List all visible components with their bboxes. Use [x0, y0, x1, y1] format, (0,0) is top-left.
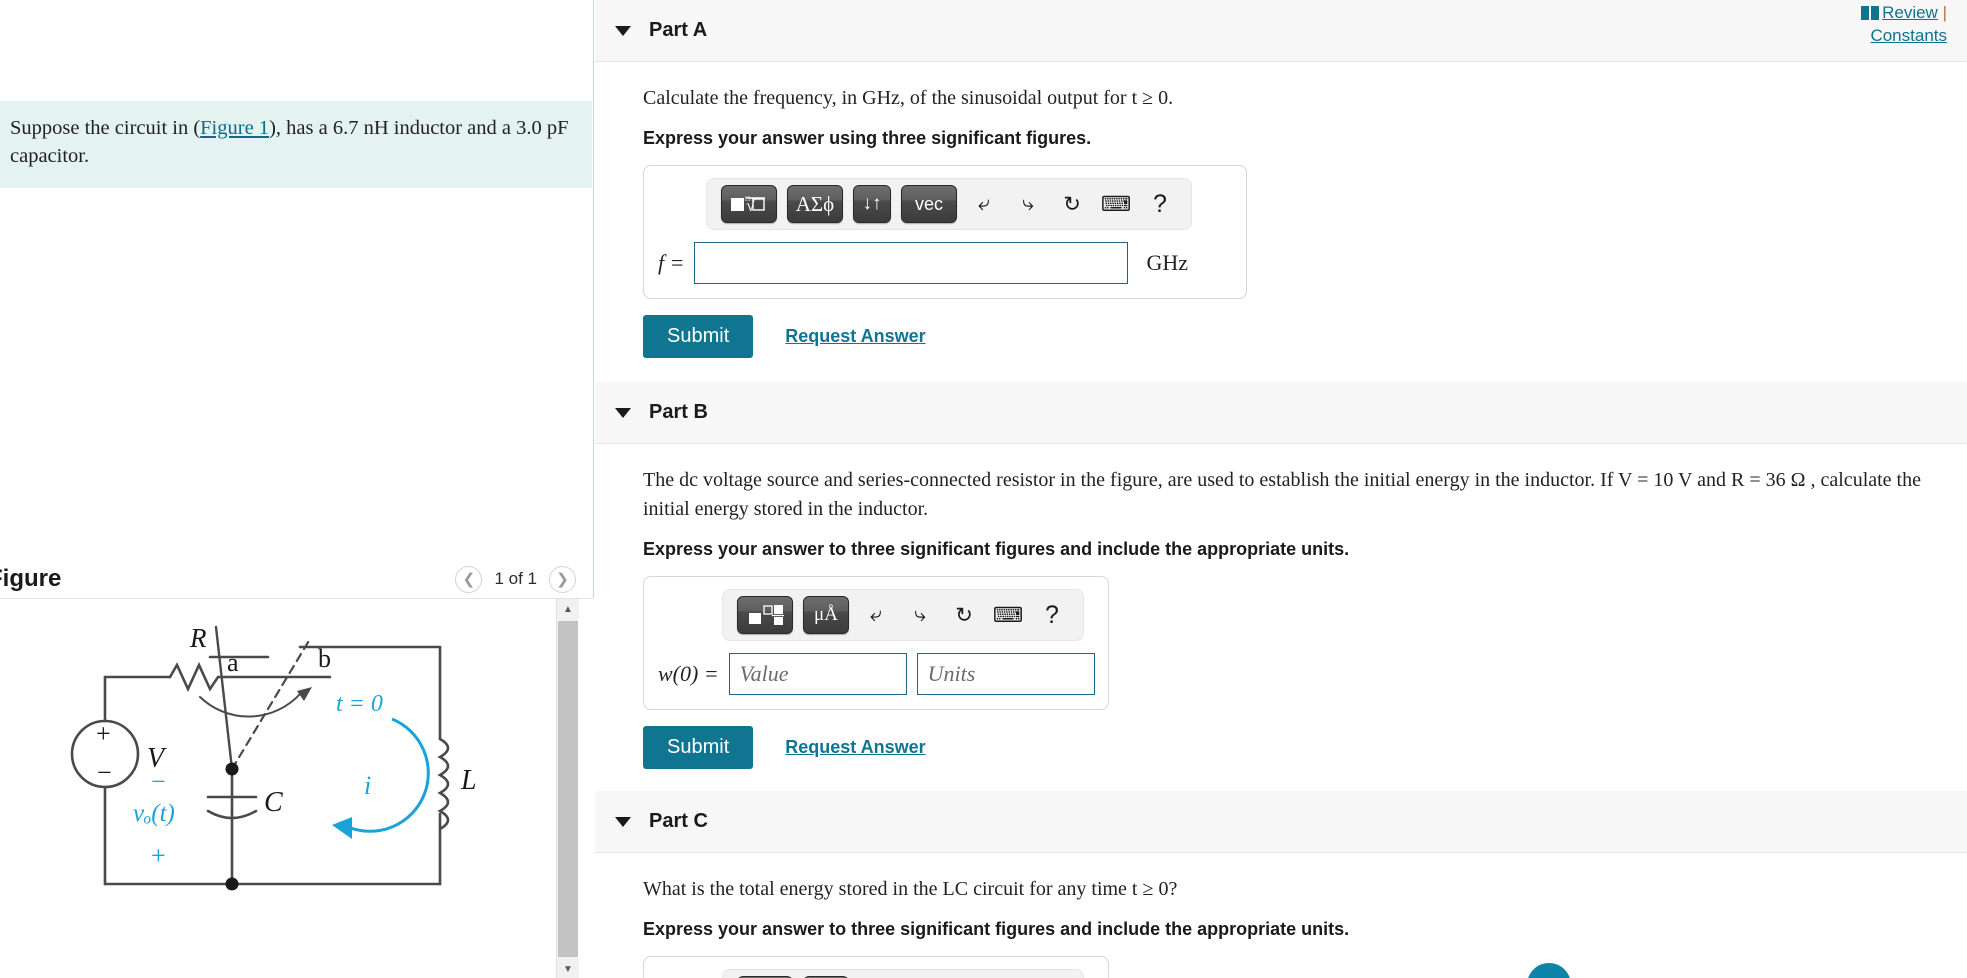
undo-arrow-icon[interactable]: ⤶	[967, 187, 1001, 221]
part-b-submit-button[interactable]: Submit	[643, 726, 754, 769]
part-b-value-input[interactable]	[728, 653, 907, 695]
part-a-submit-button[interactable]: Submit	[643, 315, 754, 358]
scroll-up-button[interactable]: ▲	[557, 599, 579, 619]
caret-down-icon[interactable]	[615, 407, 631, 418]
switch-a-label: a	[227, 648, 239, 677]
arrows-button[interactable]: ↓↑	[853, 185, 891, 223]
source-plus-label: +	[96, 719, 111, 748]
part-a-lhs-label: f =	[658, 250, 685, 275]
part-a-unit-label: GHz	[1146, 250, 1189, 275]
part-b-answer-box: μÅ ⤶ ⤷ ↻ ⌨ ? w(0) =	[643, 576, 1109, 710]
figure-navigation: ❮ 1 of 1 ❯	[455, 565, 576, 593]
figure-body: R a b t = 0 V + − C − + vₒ(t) L i ▲ ▼	[0, 598, 594, 978]
part-b-header[interactable]: Part B	[595, 382, 1967, 444]
reset-circular-arrow-icon[interactable]: ↻	[1055, 187, 1089, 221]
part-b-input-row: w(0) =	[658, 653, 1095, 695]
part-b-instruction: Express your answer to three significant…	[643, 539, 1350, 559]
part-c-label: Part C	[649, 810, 708, 832]
question-mark-icon[interactable]: ?	[1143, 187, 1177, 221]
source-minus-label: −	[97, 758, 112, 787]
part-b-question: The dc voltage source and series-connect…	[643, 469, 1921, 520]
constants-link[interactable]: Constants	[1870, 26, 1947, 45]
figure-prev-button[interactable]: ❮	[455, 565, 483, 593]
review-separator: |	[1942, 3, 1947, 22]
greek-symbols-button[interactable]: ΑΣϕ	[787, 185, 843, 223]
part-a-submit-row: Submit Request Answer	[643, 315, 1967, 358]
figure-title: Figure	[0, 565, 62, 592]
keyboard-icon[interactable]: ⌨	[1099, 187, 1133, 221]
vec-glyph: vec	[914, 193, 943, 214]
part-b-body: The dc voltage source and series-connect…	[595, 444, 1967, 769]
question-mark-icon[interactable]: ?	[1035, 598, 1069, 632]
svg-text:□: □	[745, 194, 750, 203]
part-a-answer-box: √ □ ΑΣϕ ↓↑ vec ⤶ ⤷ ↻ ⌨ ? f = GHz	[643, 165, 1247, 299]
part-b-submit-row: Submit Request Answer	[643, 726, 1967, 769]
caret-down-icon[interactable]	[615, 25, 631, 36]
part-a-toolbar: √ □ ΑΣϕ ↓↑ vec ⤶ ⤷ ↻ ⌨ ?	[706, 178, 1192, 230]
circuit-diagram: R a b t = 0 V + − C − + vₒ(t) L i	[70, 623, 477, 891]
resistor-label: R	[189, 623, 207, 653]
current-label: i	[364, 771, 371, 800]
part-c-header[interactable]: Part C	[595, 791, 1967, 853]
cap-minus-label: −	[151, 767, 166, 796]
part-a-request-answer-link[interactable]: Request Answer	[785, 326, 925, 347]
undo-arrow-icon[interactable]: ⤶	[859, 598, 893, 632]
figure-next-button[interactable]: ❯	[549, 565, 576, 593]
scroll-down-button[interactable]: ▼	[557, 959, 579, 978]
template-block-button[interactable]	[737, 596, 793, 634]
part-a-input-row: f = GHz	[658, 242, 1232, 284]
figure-1-link[interactable]: Figure 1	[200, 117, 269, 139]
cap-voltage-label: vₒ(t)	[133, 800, 175, 827]
chevron-right-icon: ❯	[556, 570, 569, 588]
switch-time-label: t = 0	[336, 691, 383, 717]
chevron-left-icon: ❮	[462, 570, 476, 588]
problem-statement: Suppose the circuit in (Figure 1), has a…	[0, 101, 592, 189]
part-b-lhs-label: w(0) =	[658, 661, 719, 686]
part-a-instruction: Express your answer using three signific…	[643, 128, 1092, 148]
template-radical-button[interactable]: √ □	[721, 185, 777, 223]
figure-scrollbar[interactable]: ▲ ▼	[556, 599, 579, 978]
problem-parts-panel: Review | Constants Part A Calculate the …	[595, 0, 1967, 978]
review-link[interactable]: Review	[1882, 3, 1938, 22]
problem-text-before: Suppose the circuit in (	[10, 117, 201, 139]
book-icon	[1861, 4, 1880, 25]
redo-arrow-icon[interactable]: ⤷	[1011, 187, 1045, 221]
units-glyph: μÅ	[814, 604, 838, 625]
part-c-question: What is the total energy stored in the L…	[643, 878, 1178, 900]
cap-plus-label: +	[151, 841, 166, 870]
part-c-answer-box: μÅ ⤶ ⤷ ↻ ⌨ ?	[643, 956, 1109, 978]
arrows-glyph: ↓↑	[862, 193, 882, 214]
part-a-value-input[interactable]	[694, 242, 1129, 284]
part-b-label: Part B	[649, 401, 708, 423]
figure-counter: 1 of 1	[494, 569, 537, 588]
vector-button[interactable]: vec	[901, 185, 957, 223]
inductor-label: L	[460, 765, 477, 796]
scrollbar-thumb[interactable]	[558, 621, 578, 957]
part-b-units-input[interactable]	[916, 653, 1095, 695]
part-a-question: Calculate the frequency, in GHz, of the …	[643, 87, 1174, 109]
part-b-request-answer-link[interactable]: Request Answer	[785, 737, 925, 758]
part-b-toolbar: μÅ ⤶ ⤷ ↻ ⌨ ?	[722, 589, 1084, 641]
capacitor-label: C	[264, 787, 283, 818]
greek-glyph: ΑΣϕ	[795, 191, 835, 216]
review-constants-bar: Review | Constants	[1861, 2, 1947, 47]
page-root: Suppose the circuit in (Figure 1), has a…	[0, 0, 1967, 978]
figure-side-panel: Suppose the circuit in (Figure 1), has a…	[0, 0, 594, 978]
caret-down-icon[interactable]	[615, 816, 631, 827]
part-c-instruction: Express your answer to three significant…	[643, 919, 1350, 939]
keyboard-icon[interactable]: ⌨	[991, 598, 1025, 632]
reset-circular-arrow-icon[interactable]: ↻	[947, 598, 981, 632]
redo-arrow-icon[interactable]: ⤷	[903, 598, 937, 632]
part-c-toolbar: μÅ ⤶ ⤷ ↻ ⌨ ?	[722, 969, 1084, 978]
part-a-label: Part A	[649, 19, 708, 41]
part-c-body: What is the total energy stored in the L…	[595, 853, 1967, 978]
switch-b-label: b	[318, 644, 331, 673]
part-a-body: Calculate the frequency, in GHz, of the …	[595, 62, 1967, 358]
units-button[interactable]: μÅ	[803, 596, 849, 634]
part-a-header[interactable]: Part A	[595, 0, 1967, 62]
